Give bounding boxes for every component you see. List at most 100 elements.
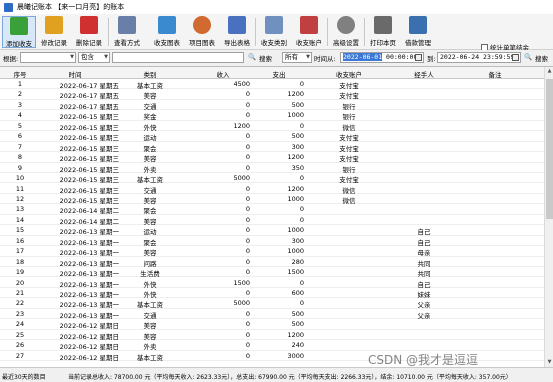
category-icon xyxy=(265,16,283,34)
contains-select[interactable]: 包含 ▼ xyxy=(78,52,110,63)
row-expense: 0 xyxy=(299,80,304,88)
print-page-button[interactable]: 打印本页 xyxy=(366,16,400,48)
printer-icon xyxy=(374,16,392,34)
row-expense: 1000 xyxy=(287,247,304,256)
column-header[interactable]: 收入 xyxy=(196,69,250,79)
table-row[interactable]: 5 2022-06-15 星期三 外快 1200 0 微信 xyxy=(0,121,544,132)
view-mode-button[interactable]: 查看方式 xyxy=(110,16,144,48)
table-row[interactable]: 20 2022-06-13 星期一 外快 1500 0 自己 xyxy=(0,278,544,289)
row-income: 0 xyxy=(245,309,250,318)
add-entry-button[interactable]: 添加收支 xyxy=(2,16,36,48)
row-income: 0 xyxy=(245,330,250,339)
row-number: 24 xyxy=(15,320,25,329)
field-select[interactable]: ▼ xyxy=(20,52,76,63)
row-number: 6 xyxy=(17,132,23,141)
row-expense: 1000 xyxy=(287,226,304,235)
time-from-picker[interactable]: 2022-06-01 00:00:00 xyxy=(340,52,424,63)
row-number: 8 xyxy=(17,153,23,162)
account-button[interactable]: 收支账户 xyxy=(292,16,326,48)
row-income: 0 xyxy=(245,257,250,266)
table-row[interactable]: 23 2022-06-13 星期一 交通 0 500 父亲 xyxy=(0,309,544,320)
calendar-icon[interactable] xyxy=(415,54,422,61)
item-chart-button[interactable]: 项目图表 xyxy=(185,16,219,48)
table-row[interactable]: 12 2022-06-15 星期三 美容 0 1000 微信 xyxy=(0,194,544,205)
add-plus-icon xyxy=(10,17,28,35)
table-row[interactable]: 24 2022-06-12 星期日 美容 0 500 xyxy=(0,319,544,330)
search-label[interactable]: 搜索 xyxy=(259,53,272,63)
table-row[interactable]: 8 2022-06-15 星期三 美容 0 1200 支付宝 xyxy=(0,152,544,163)
row-number: 22 xyxy=(15,299,25,308)
row-expense: 1200 xyxy=(287,153,304,162)
column-header[interactable]: 收支账户 xyxy=(310,69,388,79)
row-expense: 500 xyxy=(291,320,304,329)
row-income: 0 xyxy=(245,236,250,245)
delete-record-button[interactable]: 删除记录 xyxy=(72,16,106,48)
row-number: 18 xyxy=(15,257,25,266)
column-header[interactable]: 支出 xyxy=(254,69,304,79)
vertical-scrollbar[interactable]: ▲ ▼ xyxy=(544,67,553,367)
table-row[interactable]: 16 2022-06-13 星期一 聚会 0 300 自己 xyxy=(0,236,544,247)
table-row[interactable]: 14 2022-06-14 星期二 美容 0 0 xyxy=(0,215,544,226)
row-income: 0 xyxy=(245,100,250,109)
column-header[interactable]: 时间 xyxy=(31,69,119,79)
column-header[interactable]: 类别 xyxy=(120,69,180,79)
row-income: 4500 xyxy=(233,80,250,88)
row-expense: 0 xyxy=(299,215,304,224)
column-header[interactable]: 经手人 xyxy=(390,69,458,79)
table-row[interactable]: 9 2022-06-15 星期三 外卖 0 350 银行 xyxy=(0,163,544,174)
table-row[interactable]: 15 2022-06-13 星期一 运动 0 1000 自己 xyxy=(0,225,544,236)
row-number: 15 xyxy=(15,226,25,235)
column-header[interactable]: 备注 xyxy=(460,69,530,79)
table-row[interactable]: 22 2022-06-13 星期一 基本工资 5000 0 父亲 xyxy=(0,298,544,309)
window-title: 晨曦记账本 【来一口月亮】的账本 xyxy=(17,3,125,11)
table-row[interactable]: 25 2022-06-12 星期日 美容 0 1200 xyxy=(0,330,544,341)
export-sheet-button[interactable]: 导出表格 xyxy=(220,16,254,48)
title-bar: 晨曦记账本 【来一口月亮】的账本 xyxy=(0,0,553,14)
calendar-icon[interactable] xyxy=(512,54,519,61)
column-header[interactable]: 序号 xyxy=(10,69,30,79)
search-icon: 🔍 xyxy=(524,53,533,61)
income-chart-button[interactable]: 收支图表 xyxy=(150,16,184,48)
status-bar: 最近30天的数目 当前记录总收入: 78700.00 元（平均每天收入: 262… xyxy=(0,367,553,382)
table-row[interactable]: 4 2022-06-15 星期三 奖金 0 1000 银行 xyxy=(0,110,544,121)
gear-icon xyxy=(337,16,355,34)
row-expense: 500 xyxy=(291,132,304,141)
table-row[interactable]: 18 2022-06-13 星期一 问路 0 280 共同 xyxy=(0,257,544,268)
table-row[interactable]: 17 2022-06-13 星期一 美容 0 1000 母亲 xyxy=(0,246,544,257)
category-button[interactable]: 收支类别 xyxy=(257,16,291,48)
row-income: 0 xyxy=(245,163,250,172)
row-time: 2022-06-12 星期日 xyxy=(59,353,119,362)
time-to-picker[interactable]: 2022-06-24 23:59:59 xyxy=(437,52,521,63)
chevron-down-icon: ▼ xyxy=(104,54,108,60)
table-row[interactable]: 13 2022-06-14 星期二 聚会 0 0 xyxy=(0,204,544,215)
row-number: 12 xyxy=(15,194,25,203)
row-number: 9 xyxy=(17,163,23,172)
table-row[interactable]: 11 2022-06-15 星期三 交通 0 1200 微信 xyxy=(0,184,544,195)
row-number: 5 xyxy=(17,121,23,130)
table-row[interactable]: 6 2022-06-15 星期三 运动 0 500 支付宝 xyxy=(0,131,544,142)
table-row[interactable]: 10 2022-06-15 星期三 基本工资 5000 0 支付宝 xyxy=(0,173,544,184)
scroll-up-icon[interactable]: ▲ xyxy=(546,68,553,76)
row-expense: 0 xyxy=(299,121,304,130)
table-row[interactable]: 3 2022-06-17 星期五 交通 0 500 银行 xyxy=(0,100,544,111)
row-expense: 1000 xyxy=(287,194,304,203)
scope-select[interactable]: 所有 ▼ xyxy=(282,52,312,63)
scrollbar-thumb[interactable] xyxy=(546,79,553,219)
toolbar: 添加收支 修改记录 删除记录 查看方式 收支图表 项目图表 导出表格 收支类别 … xyxy=(0,14,553,52)
scroll-down-icon[interactable]: ▼ xyxy=(546,359,553,367)
loan-management-button[interactable]: 借款管理 xyxy=(401,16,435,48)
table-row[interactable]: 19 2022-06-13 星期一 生活费 0 1500 共同 xyxy=(0,267,544,278)
table-row[interactable]: 2 2022-06-17 星期五 美容 0 1200 支付宝 xyxy=(0,89,544,100)
table-row[interactable]: 26 2022-06-12 星期日 外卖 0 240 xyxy=(0,340,544,351)
row-expense: 500 xyxy=(291,100,304,109)
loan-people-icon xyxy=(409,16,427,34)
table-row[interactable]: 21 2022-06-13 星期一 外快 0 600 妹妹 xyxy=(0,288,544,299)
advanced-settings-button[interactable]: 高级设置 xyxy=(329,16,363,48)
edit-record-button[interactable]: 修改记录 xyxy=(37,16,71,48)
app-icon xyxy=(4,2,13,12)
table-row[interactable]: 7 2022-06-15 星期三 聚会 0 300 支付宝 xyxy=(0,142,544,153)
search-input[interactable] xyxy=(112,52,244,63)
table-row[interactable]: 1 2022-06-17 星期五 基本工资 4500 0 支付宝 xyxy=(0,79,544,90)
search-button[interactable]: 搜索 xyxy=(535,53,548,63)
row-number: 19 xyxy=(15,268,25,277)
